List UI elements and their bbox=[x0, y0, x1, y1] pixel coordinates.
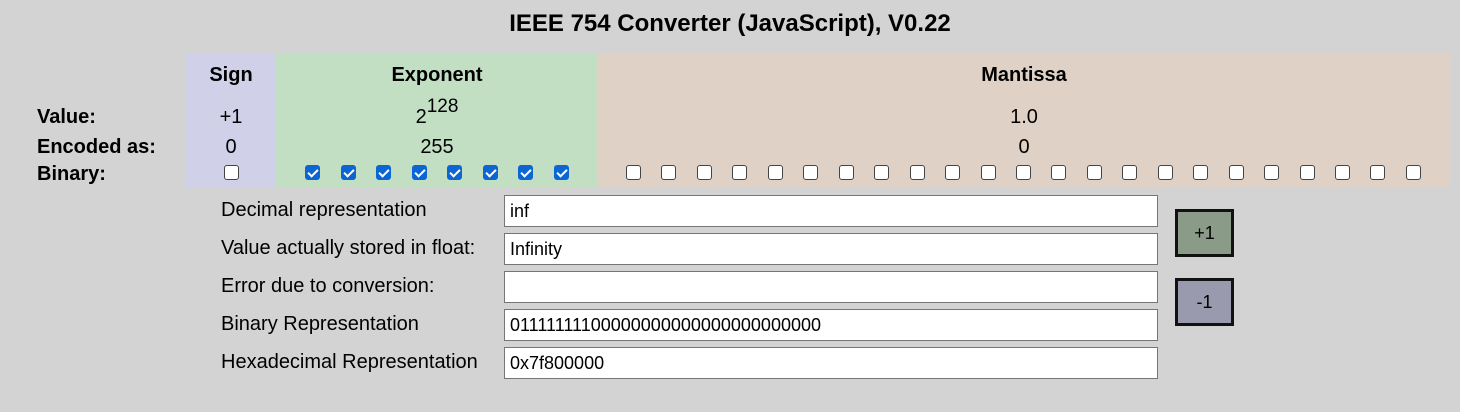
mantissa-bit-checkbox[interactable] bbox=[1299, 165, 1315, 180]
mantissa-bit-checkbox[interactable] bbox=[1228, 165, 1244, 180]
value-row-label: Value: bbox=[37, 106, 96, 128]
hex-representation-input[interactable]: 0x7f800000 bbox=[504, 347, 1158, 379]
exponent-bit-checkbox[interactable] bbox=[411, 165, 427, 180]
mantissa-bit-checkbox[interactable] bbox=[767, 165, 783, 180]
exponent-power: 128 bbox=[426, 96, 459, 117]
mantissa-bit-checkbox[interactable] bbox=[1335, 165, 1350, 180]
exponent-encoded: 255 bbox=[420, 136, 454, 158]
exponent-bit-checkbox[interactable] bbox=[376, 165, 391, 180]
exponent-bit-checkbox[interactable] bbox=[482, 165, 498, 180]
mantissa-bit-checkbox[interactable] bbox=[909, 165, 925, 180]
mantissa-bit-checkbox[interactable] bbox=[838, 165, 854, 180]
error-label: Error due to conversion: bbox=[221, 275, 435, 297]
encoded-row-label: Encoded as: bbox=[37, 136, 156, 158]
decrement-button[interactable]: -1 bbox=[1175, 278, 1234, 326]
binary-representation-input[interactable]: 01111111100000000000000000000000 bbox=[504, 309, 1158, 341]
mantissa-header: Mantissa bbox=[981, 64, 1067, 86]
sign-value: +1 bbox=[219, 106, 243, 128]
mantissa-bit-checkbox[interactable] bbox=[1015, 165, 1031, 180]
increment-button[interactable]: +1 bbox=[1175, 209, 1234, 257]
sign-bit-checkbox[interactable] bbox=[224, 165, 239, 180]
decimal-label: Decimal representation bbox=[221, 199, 427, 221]
mantissa-bit-checkbox[interactable] bbox=[626, 165, 641, 180]
exponent-bit-checkbox[interactable] bbox=[553, 165, 569, 180]
mantissa-bit-checkbox[interactable] bbox=[803, 165, 819, 180]
exponent-header: Exponent bbox=[391, 64, 483, 86]
mantissa-bit-checkbox[interactable] bbox=[1405, 165, 1421, 180]
stored-value-label: Value actually stored in float: bbox=[221, 237, 476, 259]
error-field[interactable] bbox=[504, 271, 1158, 303]
binary-row-label: Binary: bbox=[37, 163, 106, 185]
mantissa-bit-checkbox[interactable] bbox=[696, 165, 712, 180]
mantissa-bit-checkbox[interactable] bbox=[1370, 165, 1386, 180]
stored-value-field[interactable]: Infinity bbox=[504, 233, 1158, 265]
sign-encoded: 0 bbox=[225, 136, 237, 158]
mantissa-bit-checkbox[interactable] bbox=[874, 165, 890, 180]
mantissa-value: 1.0 bbox=[1010, 106, 1038, 128]
mantissa-bit-checkbox[interactable] bbox=[661, 165, 677, 180]
exponent-base: 2 bbox=[415, 106, 427, 128]
binary-representation-label: Binary Representation bbox=[221, 313, 419, 335]
mantissa-bit-checkbox[interactable] bbox=[980, 165, 996, 180]
decimal-input[interactable]: inf bbox=[504, 195, 1158, 227]
exponent-bit-checkbox[interactable] bbox=[518, 165, 533, 180]
exponent-bit-checkbox[interactable] bbox=[447, 165, 462, 180]
exponent-bit-checkbox[interactable] bbox=[305, 165, 320, 180]
mantissa-bit-checkbox[interactable] bbox=[732, 165, 748, 180]
mantissa-bit-checkbox[interactable] bbox=[1122, 165, 1138, 180]
mantissa-encoded: 0 bbox=[1018, 136, 1030, 158]
mantissa-bit-checkbox[interactable] bbox=[945, 165, 961, 180]
mantissa-bit-checkbox[interactable] bbox=[1157, 165, 1173, 180]
sign-header: Sign bbox=[209, 64, 253, 86]
mantissa-bit-checkbox[interactable] bbox=[1264, 165, 1280, 180]
exponent-value: 2128 bbox=[276, 96, 598, 129]
mantissa-bit-checkbox[interactable] bbox=[1193, 165, 1209, 180]
mantissa-bit-checkbox[interactable] bbox=[1086, 165, 1102, 180]
page-title: IEEE 754 Converter (JavaScript), V0.22 bbox=[509, 10, 951, 37]
hex-representation-label: Hexadecimal Representation bbox=[221, 351, 478, 373]
mantissa-bit-checkbox[interactable] bbox=[1051, 165, 1067, 180]
exponent-bit-checkbox[interactable] bbox=[340, 165, 356, 180]
